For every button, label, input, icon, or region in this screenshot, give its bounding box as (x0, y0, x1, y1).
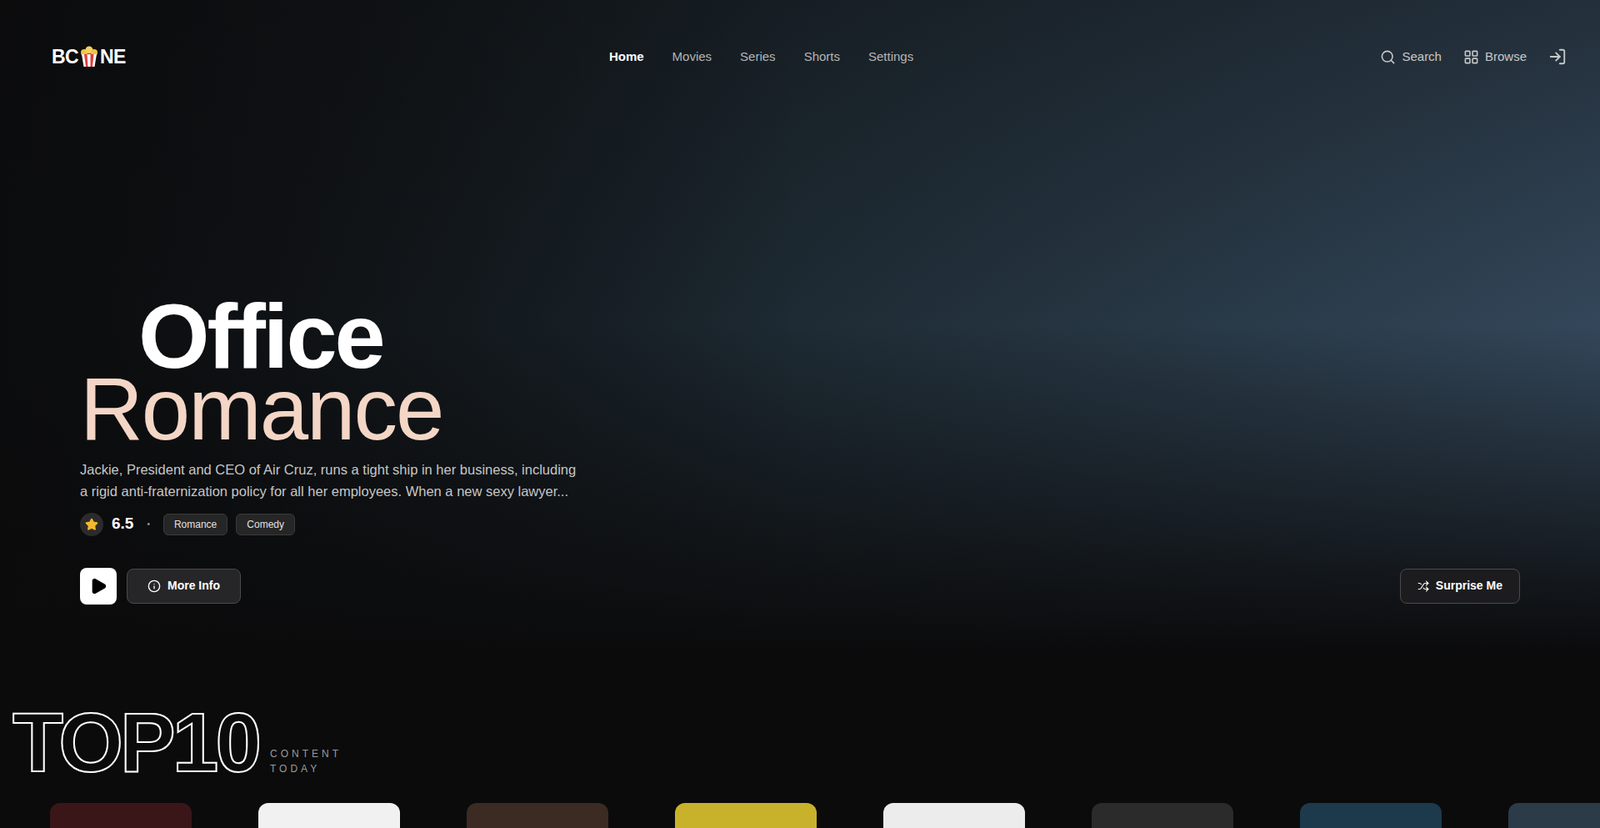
app: BCNE Home Movies Series Shorts Settings Search… (0, 0, 1600, 828)
top10-section: TOP10 CONTENTTODAY (0, 707, 1600, 828)
separator: • (146, 517, 150, 530)
play-button[interactable] (80, 567, 117, 605)
top10-row (0, 802, 1600, 828)
shuffle-icon (1417, 580, 1430, 592)
top10-card[interactable] (1508, 802, 1600, 828)
nav-item[interactable]: Shorts (804, 47, 840, 67)
nav-item[interactable]: Settings (868, 47, 914, 67)
star-icon (85, 517, 99, 531)
top10-subtitle: CONTENTTODAY (270, 745, 342, 776)
nav-item[interactable]: Home (609, 47, 645, 67)
top-nav: BCNE Home Movies Series Shorts Settings Search… (0, 0, 1600, 114)
header-action[interactable]: Browse (1463, 47, 1527, 67)
info-icon (147, 579, 161, 593)
rating-value: 6.5 (111, 511, 134, 536)
grid-icon (1463, 49, 1480, 65)
top10-card[interactable] (675, 802, 817, 828)
more-info-button[interactable]: More Info (126, 568, 241, 604)
top10-card[interactable] (258, 802, 400, 828)
top10-card[interactable] (50, 802, 192, 828)
logo[interactable]: BCNE (51, 42, 126, 72)
star-badge (80, 512, 104, 536)
top10-title: TOP10 (12, 707, 259, 776)
nav-item[interactable]: Movies (672, 47, 713, 67)
top10-card[interactable] (1300, 802, 1442, 828)
nav-item[interactable]: Series (740, 47, 776, 67)
rating-row: 6.5 • Romance Comedy (80, 511, 1520, 536)
search-icon (1380, 49, 1396, 65)
top10-card[interactable] (466, 802, 609, 828)
top10-card[interactable] (1091, 802, 1234, 828)
hero-title: OfficeRomance (80, 298, 1520, 445)
surprise-button[interactable]: Surprise Me (1400, 568, 1520, 604)
hero-description: Jackie, President and CEO of Air Cruz, r… (80, 458, 580, 502)
popcorn-icon (79, 45, 100, 68)
main-nav: Home Movies Series Shorts Settings (609, 47, 914, 67)
top10-card[interactable] (883, 802, 1025, 828)
genre-tag[interactable]: Romance (163, 513, 228, 535)
header-action[interactable]: Search (1380, 47, 1442, 67)
hero: OfficeRomance Jackie, President and CEO o… (0, 298, 1600, 605)
play-icon (89, 576, 108, 595)
genre-tag[interactable]: Comedy (235, 513, 295, 535)
login-icon[interactable] (1548, 47, 1567, 66)
hero-buttons: More Info Surprise Me (80, 567, 1520, 605)
